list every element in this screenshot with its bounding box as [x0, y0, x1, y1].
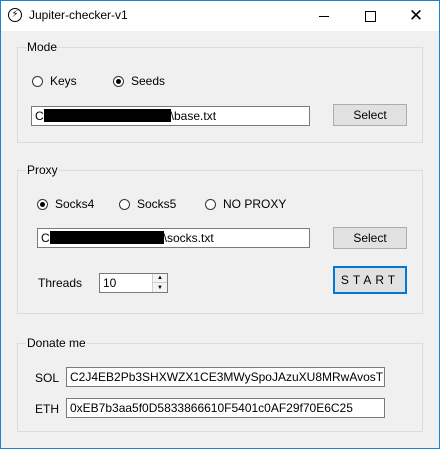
- eth-address-field[interactable]: 0xEB7b3aa5f0D5833866610F5401c0AF29f70E6C…: [66, 398, 385, 418]
- eth-label: ETH: [35, 402, 59, 416]
- select-proxy-button[interactable]: Select: [333, 227, 407, 249]
- sol-address-field[interactable]: C2J4EB2Pb3SHXWZX1CE3MWySpoJAzuXU8MRwAvos…: [66, 367, 385, 387]
- select-seeds-button[interactable]: Select: [333, 104, 407, 126]
- radio-seeds[interactable]: Seeds: [113, 74, 165, 88]
- sol-label: SOL: [35, 371, 60, 385]
- threads-stepper[interactable]: 10 ▲ ▼: [99, 273, 168, 293]
- radio-no-proxy-circle: [205, 198, 216, 210]
- spin-up-icon[interactable]: ▲: [153, 274, 167, 283]
- seeds-path-input[interactable]: C \base.txt: [31, 106, 310, 126]
- spin-down-icon[interactable]: ▼: [153, 283, 167, 292]
- redacted-path: [43, 109, 171, 122]
- radio-no-proxy[interactable]: NO PROXY: [205, 197, 286, 211]
- close-icon: ✕: [408, 5, 424, 26]
- maximize-icon: [364, 10, 376, 22]
- start-button[interactable]: START: [333, 266, 407, 294]
- radio-seeds-label: Seeds: [131, 74, 166, 88]
- socks-path-prefix: C: [41, 231, 50, 245]
- radio-socks5[interactable]: Socks5: [119, 197, 176, 211]
- radio-socks4-circle: [37, 198, 48, 210]
- close-button[interactable]: ✕: [393, 1, 439, 31]
- radio-keys-label: Keys: [50, 74, 77, 88]
- donate-group-label: Donate me: [26, 336, 87, 350]
- seeds-path-suffix: \base.txt: [170, 109, 217, 123]
- maximize-button[interactable]: [347, 1, 393, 31]
- socks-path-input[interactable]: C \socks.txt: [37, 228, 310, 248]
- window-title: Jupiter-checker-v1: [29, 8, 128, 22]
- socks-path-suffix: \socks.txt: [163, 231, 214, 245]
- proxy-group-label: Proxy: [26, 163, 59, 177]
- mode-group: Mode Keys Seeds C \base.txt Select: [17, 40, 423, 143]
- radio-seeds-circle: [113, 75, 124, 87]
- radio-socks4[interactable]: Socks4: [37, 197, 94, 211]
- title-bar[interactable]: ⚡ Jupiter-checker-v1 ✕: [1, 1, 439, 31]
- redacted-path: [49, 231, 164, 244]
- donate-group: Donate me SOL C2J4EB2Pb3SHXWZX1CE3MWySpo…: [17, 336, 423, 432]
- radio-keys[interactable]: Keys: [32, 74, 77, 88]
- proxy-group: Proxy Socks4 Socks5 NO PROXY C \socks.txt…: [17, 163, 423, 314]
- seeds-path-prefix: C: [35, 109, 44, 123]
- threads-label: Threads: [38, 276, 83, 290]
- threads-value: 10: [103, 276, 117, 290]
- mode-group-label: Mode: [26, 40, 59, 54]
- radio-socks4-label: Socks4: [55, 197, 95, 211]
- app-window: ⚡ Jupiter-checker-v1 ✕ Mode Keys Seeds C…: [0, 0, 440, 449]
- minimize-icon: [319, 15, 329, 17]
- radio-socks5-circle: [119, 198, 130, 210]
- minimize-button[interactable]: [301, 1, 347, 31]
- radio-no-proxy-label: NO PROXY: [223, 197, 287, 211]
- threads-spin-buttons: ▲ ▼: [152, 274, 167, 292]
- radio-keys-circle: [32, 75, 43, 87]
- app-icon: ⚡: [8, 8, 22, 22]
- radio-socks5-label: Socks5: [137, 197, 177, 211]
